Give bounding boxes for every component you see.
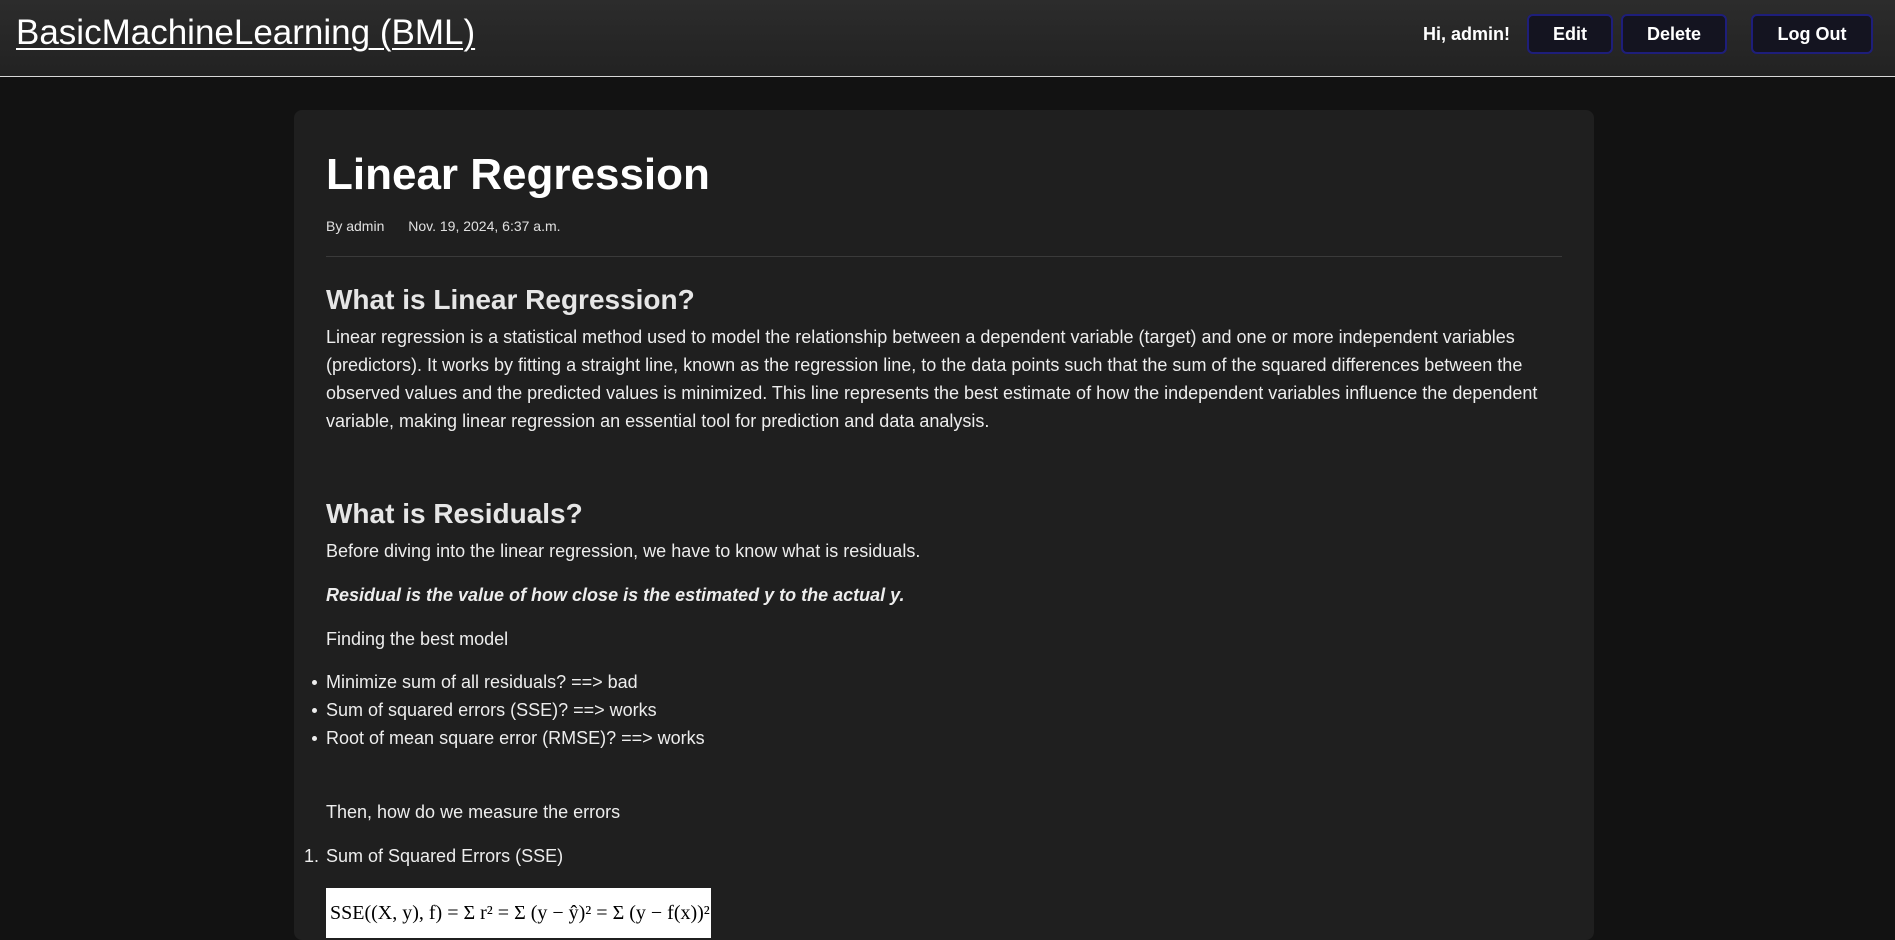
measure-errors-text: Then, how do we measure the errors	[326, 802, 621, 822]
site-brand-link[interactable]: BasicMachineLearning (BML)	[16, 13, 475, 53]
numbered-item-label: Sum of Squared Errors (SSE)	[326, 846, 564, 866]
model-criteria-list: Minimize sum of all residuals? ==> bad S…	[312, 668, 705, 752]
list-number: 1.	[304, 846, 320, 866]
residuals-intro: Before diving into the linear regression…	[326, 541, 921, 561]
post-meta: By admin Nov. 19, 2024, 6:37 a.m.	[326, 218, 561, 234]
list-item: Sum of squared errors (SSE)? ==> works	[312, 696, 705, 724]
section-heading-linear-regression: What is Linear Regression?	[326, 284, 695, 315]
numbered-item-sse: 1. Sum of Squared Errors (SSE)	[304, 842, 564, 870]
delete-button[interactable]: Delete	[1621, 14, 1727, 54]
section-paragraph-linear-regression: Linear regression is a statistical metho…	[326, 327, 1538, 431]
post-card: Linear Regression By admin Nov. 19, 2024…	[294, 110, 1594, 940]
meta-divider	[326, 256, 1562, 257]
post-author: By admin	[326, 218, 385, 234]
logout-button[interactable]: Log Out	[1751, 14, 1873, 54]
section-heading-residuals: What is Residuals?	[326, 498, 583, 529]
post-title: Linear Regression	[326, 150, 710, 199]
top-navbar: BasicMachineLearning (BML) Hi, admin! Ed…	[0, 0, 1895, 77]
edit-button[interactable]: Edit	[1527, 14, 1613, 54]
user-greeting: Hi, admin!	[1423, 24, 1511, 44]
list-item: Minimize sum of all residuals? ==> bad	[312, 668, 705, 696]
finding-best-model: Finding the best model	[326, 629, 509, 649]
post-date: Nov. 19, 2024, 6:37 a.m.	[408, 218, 561, 234]
list-item: Root of mean square error (RMSE)? ==> wo…	[312, 724, 705, 752]
residual-definition: Residual is the value of how close is th…	[326, 585, 905, 605]
sse-formula-image: SSE((X, y), f) = Σ r² = Σ (y − ŷ)² = Σ (…	[326, 888, 711, 938]
